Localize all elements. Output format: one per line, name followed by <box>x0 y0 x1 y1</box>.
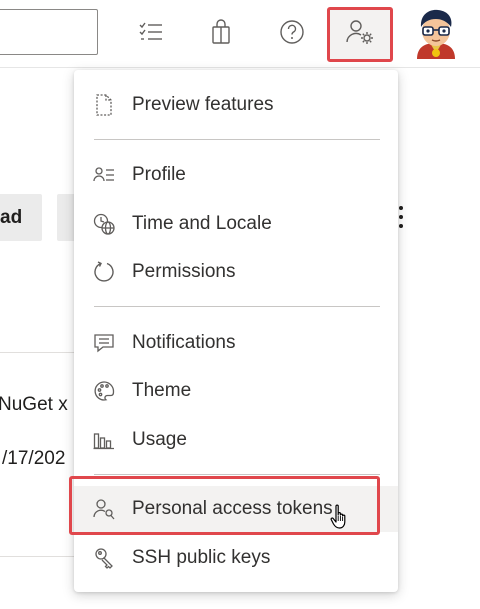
top-bar <box>0 0 480 68</box>
work-items-icon[interactable] <box>133 14 169 50</box>
menu-item-preview-features[interactable]: Preview features <box>74 82 398 128</box>
background-divider <box>0 352 75 353</box>
theme-icon <box>92 379 116 403</box>
avatar[interactable] <box>411 7 461 59</box>
background-date: /17/202 <box>2 448 66 469</box>
notifications-icon <box>92 331 116 355</box>
background-package-name: NuGet x <box>0 394 68 415</box>
search-input[interactable] <box>0 9 98 55</box>
menu-separator <box>94 306 380 307</box>
menu-item-theme[interactable]: Theme <box>74 368 398 414</box>
help-icon[interactable] <box>274 14 310 50</box>
permissions-icon <box>92 260 116 284</box>
user-settings-button[interactable] <box>327 7 393 62</box>
marketplace-bag-icon[interactable] <box>203 14 239 50</box>
user-settings-icon <box>345 18 375 51</box>
background-divider-bottom <box>0 556 75 557</box>
menu-separator <box>94 139 380 140</box>
more-options-icon[interactable] <box>398 206 404 230</box>
hand-cursor-icon <box>330 504 350 530</box>
ssh-keys-icon <box>92 546 116 570</box>
menu-item-ssh-public-keys[interactable]: SSH public keys <box>74 535 398 581</box>
profile-icon <box>92 163 116 187</box>
background-action-button[interactable]: ad <box>0 194 42 241</box>
preview-features-icon <box>92 93 116 117</box>
menu-item-profile[interactable]: Profile <box>74 152 398 198</box>
time-locale-icon <box>92 212 116 236</box>
menu-item-notifications[interactable]: Notifications <box>74 320 398 366</box>
menu-separator <box>94 474 380 475</box>
menu-item-time-and-locale[interactable]: Time and Locale <box>74 201 398 247</box>
usage-icon <box>92 428 116 452</box>
menu-item-usage[interactable]: Usage <box>74 417 398 463</box>
menu-item-permissions[interactable]: Permissions <box>74 249 398 295</box>
